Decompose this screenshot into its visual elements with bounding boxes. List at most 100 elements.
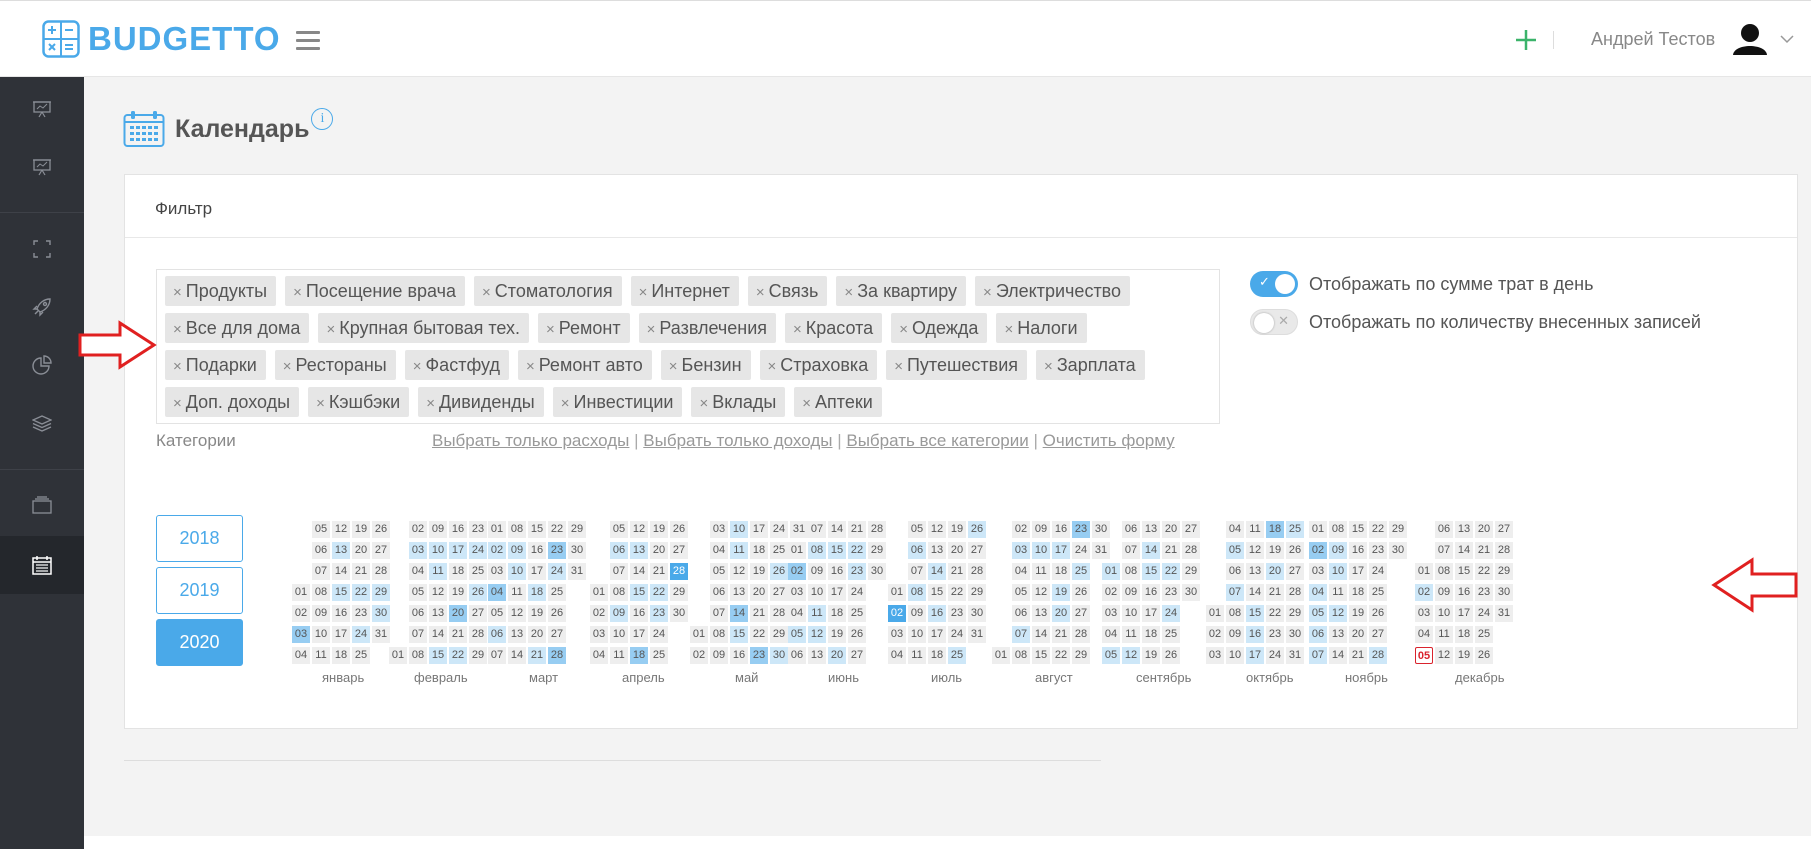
calendar-day[interactable]: 03 bbox=[1415, 605, 1433, 622]
calendar-day[interactable]: 06 bbox=[788, 647, 806, 664]
calendar-day[interactable]: 22 bbox=[352, 584, 370, 601]
calendar-day[interactable]: 21 bbox=[352, 563, 370, 580]
calendar-day[interactable]: 26 bbox=[548, 605, 566, 622]
calendar-day[interactable]: 17 bbox=[1349, 563, 1367, 580]
calendar-day[interactable]: 11 bbox=[1329, 584, 1347, 601]
calendar-day[interactable]: 29 bbox=[1072, 647, 1090, 664]
calendar-day[interactable]: 04 bbox=[788, 605, 806, 622]
calendar-day[interactable]: 03 bbox=[1102, 605, 1120, 622]
calendar-day[interactable]: 04 bbox=[292, 647, 310, 664]
remove-tag-icon[interactable]: × bbox=[413, 358, 422, 375]
calendar-day[interactable]: 03 bbox=[710, 521, 728, 538]
calendar-day[interactable]: 07 bbox=[710, 605, 728, 622]
calendar-day[interactable]: 08 bbox=[610, 584, 628, 601]
calendar-day[interactable]: 18 bbox=[750, 542, 768, 559]
calendar-day[interactable]: 06 bbox=[1309, 626, 1327, 643]
calendar-day[interactable]: 04 bbox=[710, 542, 728, 559]
calendar-day[interactable]: 13 bbox=[808, 647, 826, 664]
calendar-day[interactable]: 18 bbox=[449, 563, 467, 580]
calendar-day[interactable]: 07 bbox=[1435, 542, 1453, 559]
calendar-day[interactable]: 26 bbox=[372, 521, 390, 538]
calendar-day[interactable]: 26 bbox=[968, 521, 986, 538]
calendar-day[interactable]: 13 bbox=[1032, 605, 1050, 622]
calendar-day[interactable]: 11 bbox=[610, 647, 628, 664]
remove-tag-icon[interactable]: × bbox=[561, 395, 570, 412]
calendar-day[interactable]: 04 bbox=[1309, 584, 1327, 601]
category-tag[interactable]: × Продукты bbox=[165, 276, 277, 306]
calendar-day[interactable]: 30 bbox=[372, 605, 390, 622]
calendar-day[interactable]: 21 bbox=[449, 626, 467, 643]
calendar-day[interactable]: 10 bbox=[312, 626, 330, 643]
calendar-day[interactable]: 01 bbox=[788, 542, 806, 559]
category-tag[interactable]: × Страховка bbox=[759, 350, 878, 380]
calendar-day[interactable]: 16 bbox=[1052, 521, 1070, 538]
calendar-day[interactable]: 28 bbox=[1072, 626, 1090, 643]
calendar-day[interactable]: 13 bbox=[332, 542, 350, 559]
calendar-day[interactable]: 07 bbox=[1309, 647, 1327, 664]
calendar-day[interactable]: 08 bbox=[710, 626, 728, 643]
remove-tag-icon[interactable]: × bbox=[173, 321, 182, 338]
calendar-day[interactable]: 24 bbox=[352, 626, 370, 643]
calendar-day[interactable]: 10 bbox=[429, 542, 447, 559]
calendar-day[interactable]: 16 bbox=[828, 563, 846, 580]
calendar-day[interactable]: 15 bbox=[332, 584, 350, 601]
calendar-day[interactable]: 23 bbox=[469, 521, 487, 538]
calendar-day[interactable]: 14 bbox=[429, 626, 447, 643]
calendar-day[interactable]: 10 bbox=[610, 626, 628, 643]
calendar-day[interactable]: 15 bbox=[528, 521, 546, 538]
calendar-day[interactable]: 05 bbox=[1309, 605, 1327, 622]
calendar-day[interactable]: 22 bbox=[1475, 563, 1493, 580]
calendar-day[interactable]: 21 bbox=[528, 647, 546, 664]
calendar-day[interactable]: 05 bbox=[488, 605, 506, 622]
select-expenses-link[interactable]: Выбрать только расходы bbox=[432, 431, 629, 450]
calendar-day[interactable]: 21 bbox=[948, 563, 966, 580]
remove-tag-icon[interactable]: × bbox=[426, 395, 435, 412]
calendar-day[interactable]: 17 bbox=[528, 563, 546, 580]
calendar-day[interactable]: 12 bbox=[1435, 647, 1453, 664]
remove-tag-icon[interactable]: × bbox=[699, 395, 708, 412]
calendar-day[interactable]: 16 bbox=[449, 521, 467, 538]
calendar-day[interactable]: 16 bbox=[528, 542, 546, 559]
calendar-day[interactable]: 30 bbox=[868, 563, 886, 580]
year-button-2020[interactable]: 2020 bbox=[156, 619, 243, 666]
calendar-day[interactable]: 27 bbox=[770, 584, 788, 601]
calendar-day[interactable]: 16 bbox=[1455, 584, 1473, 601]
calendar-day[interactable]: 09 bbox=[808, 563, 826, 580]
category-tag[interactable]: × Стоматология bbox=[474, 276, 622, 306]
calendar-day[interactable]: 18 bbox=[1142, 626, 1160, 643]
calendar-day[interactable]: 05 bbox=[908, 521, 926, 538]
remove-tag-icon[interactable]: × bbox=[639, 284, 648, 301]
calendar-day[interactable]: 09 bbox=[1122, 584, 1140, 601]
calendar-day[interactable]: 30 bbox=[568, 542, 586, 559]
calendar-day[interactable]: 25 bbox=[770, 542, 788, 559]
calendar-day[interactable]: 05 bbox=[1102, 647, 1120, 664]
calendar-day[interactable]: 18 bbox=[1052, 563, 1070, 580]
calendar-day[interactable]: 03 bbox=[1012, 542, 1030, 559]
category-tag[interactable]: × Одежда bbox=[891, 313, 988, 343]
calendar-day[interactable]: 10 bbox=[1226, 647, 1244, 664]
calendar-day[interactable]: 25 bbox=[352, 647, 370, 664]
calendar-day[interactable]: 03 bbox=[409, 542, 427, 559]
calendar-day[interactable]: 06 bbox=[1435, 521, 1453, 538]
calendar-day[interactable]: 19 bbox=[528, 605, 546, 622]
calendar-day[interactable]: 09 bbox=[429, 521, 447, 538]
calendar-day[interactable]: 04 bbox=[1415, 626, 1433, 643]
calendar-day[interactable]: 07 bbox=[488, 647, 506, 664]
calendar-day[interactable]: 24 bbox=[770, 521, 788, 538]
calendar-day[interactable]: 27 bbox=[1286, 563, 1304, 580]
calendar-day[interactable]: 04 bbox=[1226, 521, 1244, 538]
calendar-day[interactable]: 08 bbox=[409, 647, 427, 664]
calendar-day[interactable]: 23 bbox=[1072, 521, 1090, 538]
calendar-day[interactable]: 31 bbox=[1286, 647, 1304, 664]
calendar-day[interactable]: 01 bbox=[992, 647, 1010, 664]
category-tag[interactable]: × Путешествия bbox=[886, 350, 1028, 380]
calendar-day[interactable]: 15 bbox=[429, 647, 447, 664]
calendar-day[interactable]: 12 bbox=[429, 584, 447, 601]
calendar-day[interactable]: 24 bbox=[1072, 542, 1090, 559]
calendar-day[interactable]: 15 bbox=[928, 584, 946, 601]
calendar-day[interactable]: 13 bbox=[630, 542, 648, 559]
calendar-day[interactable]: 09 bbox=[710, 647, 728, 664]
calendar-day[interactable]: 19 bbox=[948, 521, 966, 538]
calendar-day[interactable]: 06 bbox=[1122, 521, 1140, 538]
calendar-day[interactable]: 07 bbox=[409, 626, 427, 643]
